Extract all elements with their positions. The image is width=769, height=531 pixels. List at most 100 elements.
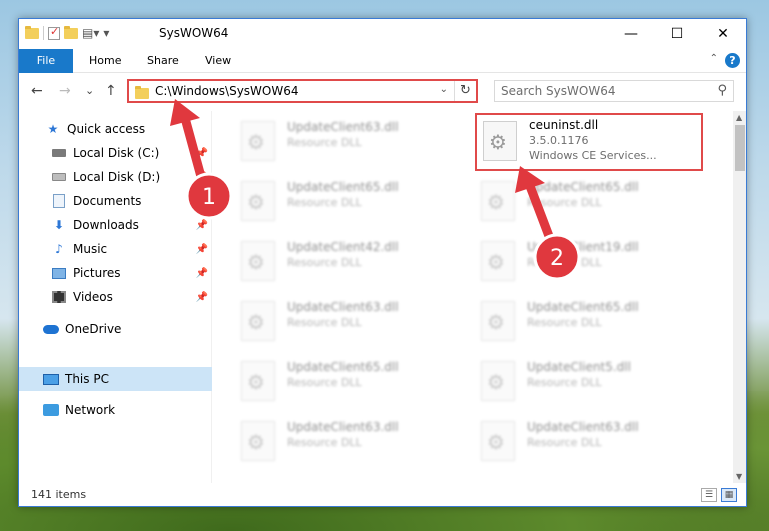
- tab-view[interactable]: View: [193, 49, 243, 73]
- forward-arrow-icon[interactable]: →: [59, 83, 71, 99]
- list-item[interactable]: UpdateClient65.dll Resource DLL: [475, 177, 705, 231]
- sidebar-item-label: Videos: [73, 290, 113, 304]
- dll-file-icon: [481, 301, 515, 341]
- address-path[interactable]: C:\Windows\SysWOW64: [155, 84, 299, 98]
- file-name: UpdateClient19.dll: [527, 240, 639, 254]
- sidebar-item-this-pc[interactable]: This PC: [19, 367, 212, 391]
- file-description: Windows CE Services...: [529, 149, 657, 162]
- details-view-icon[interactable]: ☰: [701, 488, 717, 502]
- folder-icon[interactable]: [25, 25, 39, 39]
- scrollbar-thumb[interactable]: [735, 125, 745, 171]
- sidebar-item-music[interactable]: ♪ Music 📌: [19, 238, 212, 260]
- disk-icon: [51, 146, 67, 160]
- chevron-down-icon[interactable]: ⌄: [440, 84, 448, 95]
- ceuninst-dll-item[interactable]: ceuninst.dll 3.5.0.1176 Windows CE Servi…: [475, 113, 703, 171]
- sidebar-item-downloads[interactable]: ⬇ Downloads 📌: [19, 214, 212, 236]
- list-item[interactable]: UpdateClient63.dll Resource DLL: [235, 297, 465, 351]
- recent-locations-icon[interactable]: ⌄: [85, 84, 94, 97]
- videos-icon: [51, 290, 67, 304]
- new-folder-icon[interactable]: [64, 25, 78, 39]
- search-icon[interactable]: ⚲: [717, 83, 727, 98]
- maximize-button[interactable]: ☐: [654, 19, 700, 49]
- dll-file-icon: [241, 361, 275, 401]
- pin-icon[interactable]: 📌: [196, 196, 208, 207]
- sidebar-item-label: Quick access: [67, 122, 146, 136]
- list-item[interactable]: UpdateClient65.dll Resource DLL: [475, 297, 705, 351]
- pin-icon[interactable]: 📌: [196, 220, 208, 231]
- tab-home[interactable]: Home: [77, 49, 133, 73]
- address-bar[interactable]: C:\Windows\SysWOW64 ⌄ ↻: [127, 79, 478, 103]
- downloads-icon: ⬇: [53, 218, 65, 232]
- file-name: UpdateClient65.dll: [527, 180, 639, 194]
- tab-file[interactable]: File: [19, 49, 73, 73]
- customize-toolbar-icon[interactable]: ▤▾: [82, 26, 99, 40]
- vertical-scrollbar[interactable]: ▲ ▼: [733, 111, 746, 483]
- pin-icon[interactable]: 📌: [196, 292, 208, 303]
- list-item[interactable]: UpdateClient63.dll Resource DLL: [235, 417, 465, 471]
- scroll-down-icon[interactable]: ▼: [736, 472, 742, 481]
- toolbar-divider: [43, 26, 44, 40]
- dll-file-icon: [481, 241, 515, 281]
- music-icon: ♪: [55, 242, 63, 256]
- file-name: UpdateClient65.dll: [527, 300, 639, 314]
- file-name: UpdateClient65.dll: [287, 180, 399, 194]
- dll-file-icon: [241, 121, 275, 161]
- close-button[interactable]: ✕: [700, 19, 746, 49]
- documents-icon: [51, 194, 67, 208]
- folder-icon: [135, 86, 149, 99]
- pin-icon[interactable]: 📌: [196, 148, 208, 159]
- collapse-ribbon-icon[interactable]: ⌃: [710, 53, 718, 64]
- list-item[interactable]: UpdateClient63.dll Resource DLL: [475, 417, 705, 471]
- sidebar-item-label: Music: [73, 242, 108, 256]
- file-name: UpdateClient5.dll: [527, 360, 631, 374]
- sidebar-item-local-disk-d[interactable]: Local Disk (D:) 📌: [19, 166, 212, 188]
- sidebar-item-label: OneDrive: [65, 322, 122, 336]
- file-name: UpdateClient42.dll: [287, 240, 399, 254]
- sidebar-item-local-disk-c[interactable]: Local Disk (C:) 📌: [19, 142, 212, 164]
- file-version: 3.5.0.1176: [529, 134, 589, 147]
- pin-icon[interactable]: 📌: [196, 172, 208, 183]
- back-arrow-icon[interactable]: ←: [31, 83, 43, 99]
- file-explorer-window: ▤▾ ▾ SysWOW64 — ☐ ✕ File Home Share View…: [18, 18, 747, 507]
- list-item[interactable]: UpdateClient5.dll Resource DLL: [475, 357, 705, 411]
- properties-checklist-icon[interactable]: [48, 25, 60, 40]
- pin-icon[interactable]: 📌: [196, 244, 208, 255]
- dll-file-icon: [481, 421, 515, 461]
- scroll-up-icon[interactable]: ▲: [736, 113, 742, 122]
- list-item[interactable]: UpdateClient63.dll Resource DLL: [235, 117, 465, 171]
- title-bar: ▤▾ ▾ SysWOW64 — ☐ ✕: [19, 19, 746, 49]
- file-type: Resource DLL: [287, 196, 362, 209]
- list-item[interactable]: UpdateClient65.dll Resource DLL: [235, 357, 465, 411]
- search-input[interactable]: Search SysWOW64 ⚲: [494, 80, 734, 102]
- sidebar-item-onedrive[interactable]: OneDrive: [19, 318, 212, 340]
- toolbar-dropdown-icon[interactable]: ▾: [103, 26, 109, 40]
- sidebar-item-quick-access[interactable]: ★ Quick access: [19, 118, 212, 140]
- window-controls: — ☐ ✕: [608, 19, 746, 49]
- item-count: 141 items: [31, 488, 87, 501]
- up-arrow-icon[interactable]: ↑: [105, 83, 117, 99]
- help-icon[interactable]: ?: [725, 53, 740, 68]
- file-type: Resource DLL: [287, 136, 362, 149]
- file-type: Resource DLL: [527, 196, 602, 209]
- list-item[interactable]: UpdateClient19.dll Resource DLL: [475, 237, 705, 291]
- sidebar-item-network[interactable]: Network: [19, 399, 212, 421]
- sidebar-item-documents[interactable]: Documents 📌: [19, 190, 212, 212]
- file-type: Resource DLL: [287, 436, 362, 449]
- file-name: UpdateClient63.dll: [287, 420, 399, 434]
- list-item[interactable]: UpdateClient42.dll Resource DLL: [235, 237, 465, 291]
- sidebar-item-videos[interactable]: Videos 📌: [19, 286, 212, 308]
- tab-share[interactable]: Share: [135, 49, 191, 73]
- pictures-icon: [51, 266, 67, 280]
- dll-file-icon: [241, 421, 275, 461]
- tiles-view-icon[interactable]: ▦: [721, 488, 737, 502]
- navigation-pane: ★ Quick access Local Disk (C:) 📌 Local D…: [19, 111, 212, 483]
- pin-icon[interactable]: 📌: [196, 268, 208, 279]
- file-name: UpdateClient63.dll: [527, 420, 639, 434]
- sidebar-item-label: Local Disk (C:): [73, 146, 160, 160]
- refresh-icon[interactable]: ↻: [454, 81, 476, 101]
- minimize-button[interactable]: —: [608, 19, 654, 49]
- pc-icon: [43, 372, 59, 386]
- sidebar-item-label: Documents: [73, 194, 142, 208]
- sidebar-item-pictures[interactable]: Pictures 📌: [19, 262, 212, 284]
- list-item[interactable]: UpdateClient65.dll Resource DLL: [235, 177, 465, 231]
